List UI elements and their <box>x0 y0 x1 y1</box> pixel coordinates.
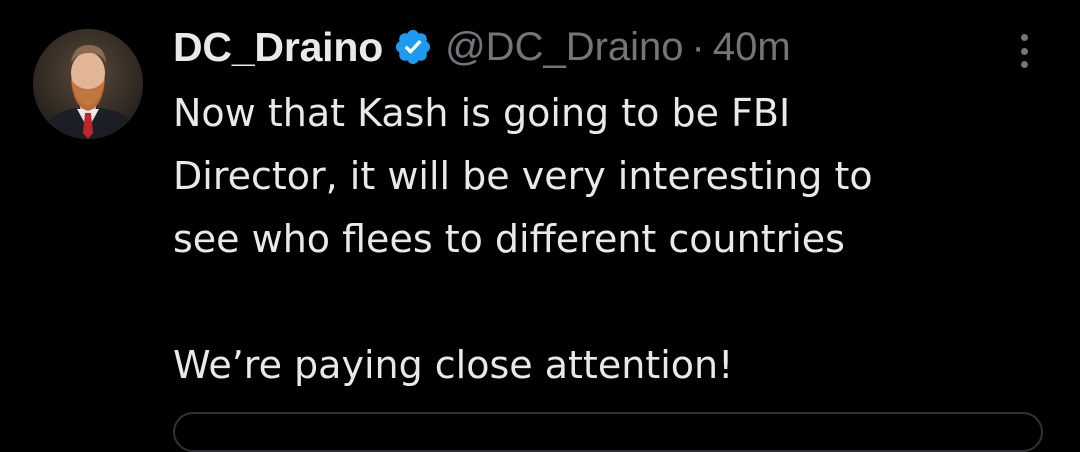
tweet[interactable]: DC_Draino @DC_Draino · 40m Now that Kash… <box>0 0 1080 452</box>
more-vertical-icon[interactable] <box>1012 34 1036 68</box>
avatar-image <box>33 29 143 139</box>
timestamp[interactable]: 40m <box>713 25 791 70</box>
display-name[interactable]: DC_Draino <box>173 24 383 71</box>
tweet-header: DC_Draino @DC_Draino · 40m <box>173 22 791 72</box>
user-handle[interactable]: @DC_Draino <box>445 25 683 70</box>
tweet-text: Now that Kash is going to be FBI Directo… <box>173 91 873 387</box>
separator-dot: · <box>691 24 705 69</box>
avatar[interactable] <box>33 29 143 139</box>
verified-badge-icon <box>393 27 433 67</box>
embedded-card[interactable] <box>173 412 1043 452</box>
